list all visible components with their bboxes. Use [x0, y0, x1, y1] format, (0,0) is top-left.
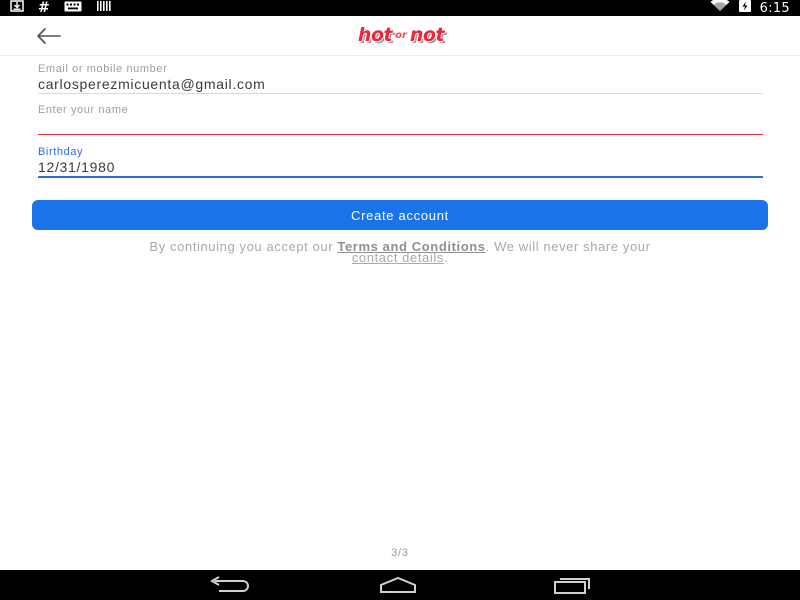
birthday-underline [38, 176, 763, 178]
nav-home-button[interactable] [373, 573, 423, 597]
keyboard-icon [64, 0, 82, 17]
wifi-icon [710, 0, 730, 17]
status-bar-notifications: # [10, 0, 112, 16]
logo-hot: hot [357, 24, 393, 46]
download-icon [10, 0, 24, 17]
step-indicator: 3/3 [391, 547, 409, 559]
terms-middle: . We will never share your [485, 239, 651, 254]
name-underline [38, 134, 763, 135]
nav-recent-apps-icon [554, 578, 590, 594]
name-label: Enter your name [38, 104, 129, 116]
app-header: hot or not [0, 16, 800, 56]
nav-back-icon [209, 576, 249, 592]
status-bar-system: 6:15 [710, 0, 790, 16]
logo-not: not [409, 24, 445, 46]
name-field[interactable]: Enter your name [38, 104, 763, 136]
back-button[interactable] [32, 24, 64, 48]
nav-recent-apps-button[interactable] [547, 573, 597, 597]
terms-suffix: . [443, 250, 449, 265]
status-bar: # 6:15 [0, 0, 800, 16]
create-account-button[interactable]: Create account [32, 200, 768, 230]
battery-icon [738, 0, 752, 18]
nav-back-button[interactable] [205, 573, 255, 597]
nav-home-icon [380, 576, 416, 593]
contact-details-link[interactable]: contact details [352, 250, 444, 265]
barcode-icon [96, 0, 112, 17]
terms-prefix: By continuing you accept our [149, 239, 338, 254]
email-underline [38, 93, 763, 94]
create-account-label: Create account [351, 207, 449, 223]
email-value[interactable]: carlosperezmicuenta@gmail.com [38, 76, 265, 92]
birthday-field[interactable]: Birthday 12/31/1980 [38, 146, 763, 179]
clock: 6:15 [759, 0, 790, 16]
hot-or-not-logo: hot or not [333, 23, 469, 47]
email-label: Email or mobile number [38, 63, 168, 75]
hash-icon: # [38, 0, 50, 16]
email-field[interactable]: Email or mobile number carlosperezmicuen… [38, 63, 763, 95]
birthday-value[interactable]: 12/31/1980 [38, 159, 115, 175]
logo-or: or [395, 29, 407, 41]
terms-notice: By continuing you accept our Terms and C… [60, 239, 740, 265]
arrow-left-icon [37, 28, 61, 44]
navigation-bar [0, 570, 800, 600]
birthday-label: Birthday [38, 146, 84, 158]
